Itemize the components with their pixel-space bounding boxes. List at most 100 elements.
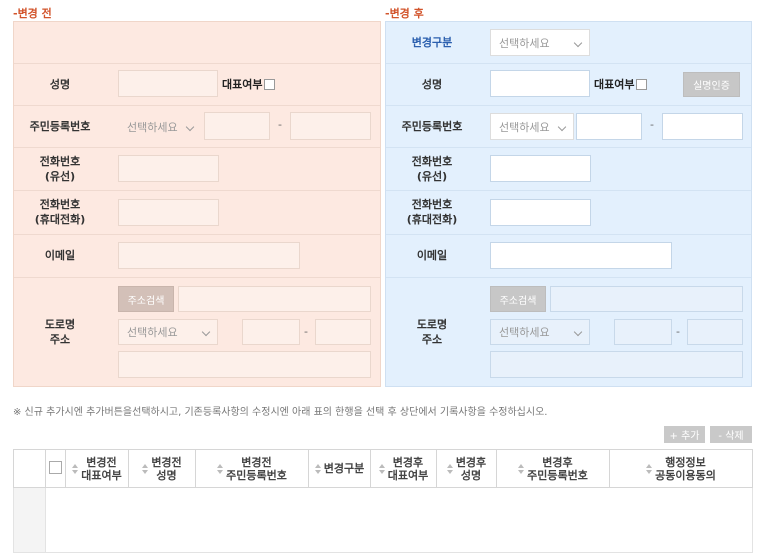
after-address-select-value: 선택하세요 [499,326,550,339]
col-before-name-line2: 성명 [156,468,177,482]
before-name-label: 성명 [49,77,71,91]
after-mobile-label: 전화번호 (휴대전화) [386,190,478,234]
before-rrn-select: 선택하세요 [118,114,202,139]
before-address-label: 도로명 주소 [14,277,106,386]
before-phone-label-line2: (유선) [44,169,76,183]
after-rrn-select-value: 선택하세요 [499,120,550,134]
before-address-dash: - [304,325,308,338]
before-phone-label: 전화번호 (유선) [14,147,106,190]
before-mobile-label: 전화번호 (휴대전화) [14,190,106,234]
before-email-row: 이메일 [14,234,380,278]
after-rrn-back-field[interactable] [662,113,743,140]
col-admin-info-consent-line1: 행정정보 [665,455,706,469]
after-rrn-row: 주민등록번호 선택하세요 - [386,105,751,148]
after-panel: 변경구분 선택하세요 성명 대표여부 실명인증 주민등록번호 선택하세요 - 전… [385,21,752,387]
after-email-row: 이메일 [386,234,751,278]
empty-grid-area [45,487,753,553]
after-name-field[interactable] [490,70,590,97]
before-rep-label: 대표여부 [222,78,263,91]
before-header-row [14,22,380,64]
after-rrn-front-field[interactable] [576,113,642,140]
sort-icon [378,463,386,475]
before-mobile-field [118,199,219,226]
before-name-field [118,70,218,97]
select-all-checkbox[interactable] [49,460,62,474]
after-rep-checkbox[interactable] [636,78,648,90]
after-change-type-select[interactable]: 선택하세요 [490,29,590,56]
after-phone-field[interactable] [490,155,591,182]
col-after-rep-line1: 변경후 [392,455,424,469]
before-address-postal-field [178,286,371,312]
col-before-rep[interactable]: 변경전 대표여부 [65,449,129,488]
col-before-rrn-line1: 변경전 [241,455,272,469]
col-admin-info-consent[interactable]: 행정정보 공동이용동의 [609,449,753,488]
chevron-down-icon [201,327,211,337]
col-before-rrn[interactable]: 변경전 주민등록번호 [195,449,309,488]
before-phone-row: 전화번호 (유선) [14,147,380,191]
sort-icon [314,463,322,475]
col-after-rep[interactable]: 변경후 대표여부 [370,449,437,488]
col-after-name[interactable]: 변경후 성명 [436,449,497,488]
before-panel: 성명 대표여부 주민등록번호 선택하세요 - 전화번호 (유선) 전화번호 (휴대전… [13,21,381,387]
before-address-select-value: 선택하세요 [127,326,178,339]
row-number-cell [13,487,46,553]
before-phone-field [118,155,219,182]
before-rrn-front-field [204,112,270,140]
chevron-down-icon [573,38,583,47]
col-after-name-line2: 성명 [460,468,482,482]
sort-icon [217,463,224,475]
before-rrn-label: 주민등록번호 [29,119,91,133]
delete-row-button[interactable]: - 삭제 [710,426,752,443]
after-rrn-label: 주민등록번호 [401,119,463,133]
chevron-down-icon [557,122,567,131]
col-after-rrn[interactable]: 변경후 주민등록번호 [496,449,610,488]
after-rep-label: 대표여부 [594,78,635,91]
before-rrn-select-value: 선택하세요 [127,120,178,134]
after-name-label: 성명 [421,77,443,91]
before-address-select: 선택하세요 [118,319,218,345]
after-address-label-line2: 주소 [421,332,443,346]
after-address-front-field[interactable] [614,319,672,345]
add-row-button[interactable]: + 추가 [664,426,705,443]
after-mobile-field[interactable] [490,199,591,226]
sort-icon [518,463,525,475]
sort-icon [646,463,653,475]
before-address-back-field [315,319,371,345]
before-rrn-row: 주민등록번호 선택하세요 - [14,105,380,148]
col-before-name[interactable]: 변경전 성명 [128,449,196,488]
table-header-row: 변경전 대표여부 변경전 성명 변경전 주민등록번호 변경구분 변경후 대표여부 변경후… [13,449,753,488]
after-change-type-select-value: 선택하세요 [499,36,550,50]
after-change-type-row: 변경구분 선택하세요 [386,22,751,64]
before-email-label: 이메일 [44,249,76,262]
col-before-rep-line2: 대표여부 [81,468,122,482]
select-all-header [45,449,66,488]
before-mobile-row: 전화번호 (휴대전화) [14,190,380,235]
col-after-name-line1: 변경후 [455,455,487,469]
verify-button[interactable]: 실명인증 [683,72,740,97]
before-mobile-label-line2: (휴대전화) [34,213,86,226]
col-after-rrn-line2: 주민등록번호 [527,468,588,482]
before-address-search-button: 주소검색 [118,286,174,312]
before-mobile-label-line1: 전화번호 [39,198,81,211]
after-rrn-select[interactable]: 선택하세요 [490,113,574,140]
col-after-rrn-line1: 변경후 [542,455,573,469]
after-mobile-label-line1: 전화번호 [411,198,453,211]
chevron-down-icon [573,327,583,337]
after-name-row: 성명 대표여부 실명인증 [386,63,751,106]
after-address-search-button[interactable]: 주소검색 [490,286,546,312]
after-email-field[interactable] [490,242,672,269]
after-address-postal-field [550,286,743,312]
col-after-rep-line2: 대표여부 [387,468,429,482]
after-phone-row: 전화번호 (유선) [386,147,751,191]
row-number-header [13,449,46,488]
after-phone-label-line1: 전화번호 [411,154,453,168]
before-rrn-back-field [290,112,371,140]
after-phone-label: 전화번호 (유선) [386,147,478,190]
before-address-row: 도로명 주소 주소검색 선택하세요 - [14,277,380,386]
col-change-type[interactable]: 변경구분 [308,449,371,488]
after-address-select[interactable]: 선택하세요 [490,319,590,345]
instruction-notice: ※ 신규 추가시엔 추가버튼을선택하시고, 기존등록사항의 수정시엔 아래 표의… [13,407,548,418]
after-address-back-field[interactable] [687,319,743,345]
change-history-table: 변경전 대표여부 변경전 성명 변경전 주민등록번호 변경구분 변경후 대표여부 변경후… [13,449,753,553]
after-address-detail-field[interactable] [490,351,743,378]
